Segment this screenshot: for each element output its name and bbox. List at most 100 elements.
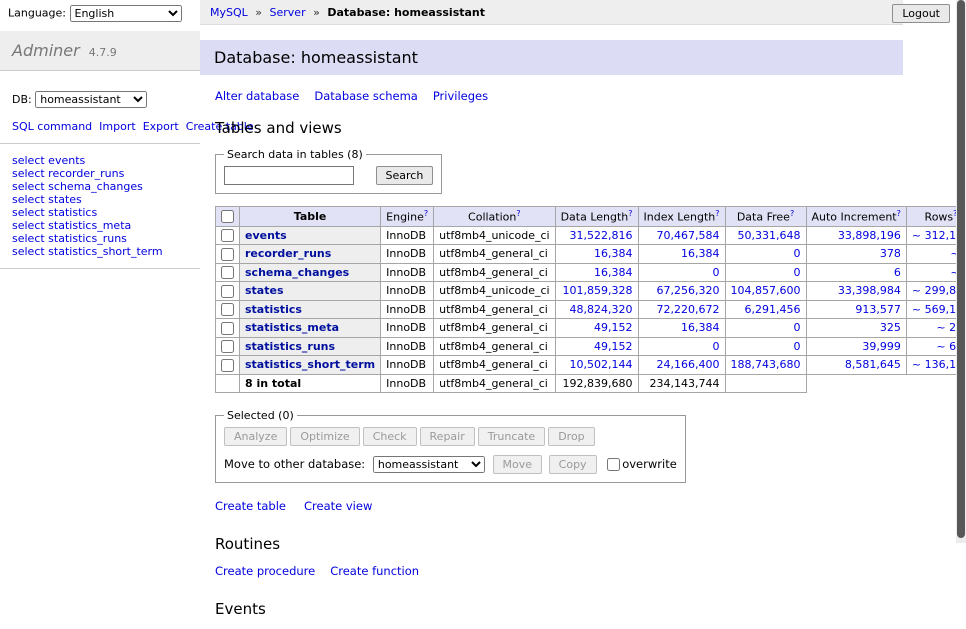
index-length-link[interactable]: 70,467,584: [657, 229, 720, 242]
bulk-action-button[interactable]: Drop: [548, 427, 594, 446]
index-length-link[interactable]: 16,384: [681, 321, 720, 334]
data-free-link[interactable]: 50,331,648: [738, 229, 801, 242]
bulk-action-button[interactable]: Check: [363, 427, 417, 446]
sidebar-table-link[interactable]: select states: [12, 194, 188, 207]
auto-increment-link[interactable]: 325: [880, 321, 901, 334]
routine-create-link[interactable]: Create function: [330, 564, 419, 578]
scrollbar-thumb[interactable]: [957, 0, 965, 538]
data-length-link[interactable]: 16,384: [594, 266, 633, 279]
index-length-link[interactable]: 72,220,672: [657, 303, 720, 316]
data-length-link[interactable]: 49,152: [594, 340, 633, 353]
search-input[interactable]: [224, 166, 354, 185]
db-select[interactable]: homeassistant: [35, 91, 147, 108]
row-select-checkbox[interactable]: [221, 340, 234, 353]
sidebar-table-link[interactable]: select statistics_short_term: [12, 246, 188, 259]
row-select-checkbox[interactable]: [221, 322, 234, 335]
bulk-action-button[interactable]: Analyze: [224, 427, 287, 446]
overwrite-option[interactable]: overwrite: [607, 457, 677, 471]
logout-button[interactable]: Logout: [892, 4, 950, 23]
db-action-link[interactable]: Privileges: [433, 89, 488, 103]
row-select-checkbox[interactable]: [221, 248, 234, 261]
data-free-link[interactable]: 0: [794, 340, 801, 353]
auto-increment-link[interactable]: 6: [894, 266, 901, 279]
breadcrumb-server-link[interactable]: Server: [270, 6, 306, 19]
auto-increment-link[interactable]: 33,398,984: [838, 284, 901, 297]
data-length-link[interactable]: 16,384: [594, 247, 633, 260]
overwrite-checkbox[interactable]: [607, 458, 620, 471]
sidebar-table-link[interactable]: select statistics_meta: [12, 220, 188, 233]
auto-increment-link[interactable]: 913,577: [855, 303, 901, 316]
db-action-link[interactable]: Database schema: [314, 89, 417, 103]
vertical-scrollbar[interactable]: [956, 0, 966, 543]
data-free-link[interactable]: 0: [794, 247, 801, 260]
auto-increment-link[interactable]: 8,581,645: [845, 358, 901, 371]
index-length-link[interactable]: 24,166,400: [657, 358, 720, 371]
help-icon[interactable]: ?: [715, 209, 719, 218]
help-icon[interactable]: ?: [897, 209, 901, 218]
sidebar-table-link[interactable]: select events: [12, 155, 188, 168]
help-icon[interactable]: ?: [628, 209, 632, 218]
copy-button[interactable]: Copy: [549, 455, 597, 474]
table-name-link[interactable]: states: [245, 284, 284, 297]
auto-increment-link[interactable]: 378: [880, 247, 901, 260]
data-length-link[interactable]: 31,522,816: [570, 229, 633, 242]
table-name-link[interactable]: recorder_runs: [245, 247, 331, 260]
search-fieldset: Search data in tables (8) Search: [215, 148, 442, 194]
table-name-link[interactable]: statistics: [245, 303, 302, 316]
data-length-link[interactable]: 48,824,320: [570, 303, 633, 316]
language-select[interactable]: English: [70, 5, 182, 22]
data-length-cell: 10,502,144: [555, 356, 638, 375]
sidebar-table-link[interactable]: select recorder_runs: [12, 168, 188, 181]
language-control: Language: English: [8, 5, 182, 22]
index-length-link[interactable]: 67,256,320: [657, 284, 720, 297]
data-length-link[interactable]: 49,152: [594, 321, 633, 334]
index-length-link[interactable]: 16,384: [681, 247, 720, 260]
breadcrumb-mysql-link[interactable]: MySQL: [210, 6, 248, 19]
index-length-link[interactable]: 0: [713, 266, 720, 279]
data-free-link[interactable]: 0: [794, 321, 801, 334]
bulk-action-button[interactable]: Optimize: [290, 427, 359, 446]
row-select-checkbox[interactable]: [221, 359, 234, 372]
row-select-checkbox[interactable]: [221, 266, 234, 279]
data-length-link[interactable]: 10,502,144: [570, 358, 633, 371]
data-free-link[interactable]: 104,857,600: [731, 284, 801, 297]
col-header-auto-increment: Auto Increment?: [806, 207, 906, 227]
create-link[interactable]: Create view: [304, 499, 372, 513]
data-free-link[interactable]: 188,743,680: [731, 358, 801, 371]
sidebar-table-link[interactable]: select schema_changes: [12, 181, 188, 194]
row-select-checkbox[interactable]: [221, 229, 234, 242]
routine-create-link[interactable]: Create procedure: [215, 564, 315, 578]
sidebar-link[interactable]: SQL command: [12, 120, 92, 133]
db-action-link[interactable]: Alter database: [215, 89, 299, 103]
row-select-checkbox[interactable]: [221, 303, 234, 316]
sidebar-table-link[interactable]: select statistics: [12, 207, 188, 220]
table-name-link[interactable]: schema_changes: [245, 266, 349, 279]
table-name-link[interactable]: statistics_runs: [245, 340, 335, 353]
help-icon[interactable]: ?: [790, 209, 794, 218]
help-icon[interactable]: ?: [424, 209, 428, 218]
move-db-select[interactable]: homeassistant: [373, 456, 485, 473]
data-free-link[interactable]: 6,291,456: [745, 303, 801, 316]
row-select-checkbox[interactable]: [221, 285, 234, 298]
table-name-link[interactable]: statistics_short_term: [245, 358, 375, 371]
select-all-checkbox[interactable]: [221, 210, 234, 223]
sidebar-link[interactable]: Import: [99, 120, 136, 133]
create-link[interactable]: Create table: [215, 499, 286, 513]
table-name-link[interactable]: statistics_meta: [245, 321, 339, 334]
sidebar-table-link[interactable]: select statistics_runs: [12, 233, 188, 246]
bulk-action-button[interactable]: Repair: [420, 427, 475, 446]
adminer-logo-link[interactable]: Adminer: [12, 41, 80, 60]
data-free-link[interactable]: 0: [794, 266, 801, 279]
help-icon[interactable]: ?: [516, 209, 520, 218]
bulk-action-button[interactable]: Truncate: [478, 427, 545, 446]
data-length-link[interactable]: 101,859,328: [563, 284, 633, 297]
sidebar-link[interactable]: Export: [143, 120, 179, 133]
index-length-link[interactable]: 0: [713, 340, 720, 353]
search-button[interactable]: Search: [376, 166, 434, 185]
auto-increment-link[interactable]: 39,999: [862, 340, 901, 353]
table-row: recorder_runs InnoDB utf8mb4_general_ci …: [216, 245, 966, 264]
auto-increment-link[interactable]: 33,898,196: [838, 229, 901, 242]
table-name-link[interactable]: events: [245, 229, 287, 242]
table-header-row: Table Engine? Collation? Data Length? In…: [216, 207, 966, 227]
move-button[interactable]: Move: [493, 455, 543, 474]
